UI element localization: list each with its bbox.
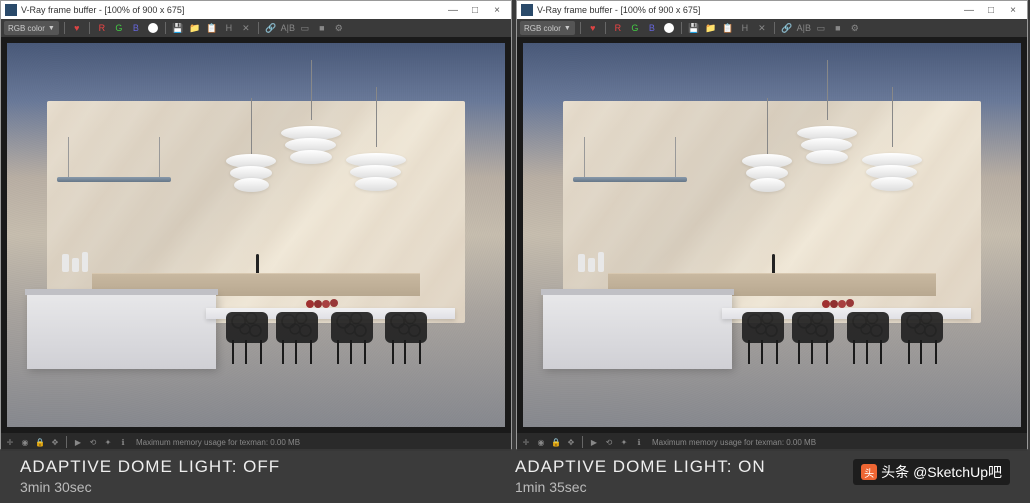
channel-dropdown[interactable]: RGB color ▼ xyxy=(4,21,59,35)
chevron-down-icon: ▼ xyxy=(564,25,571,32)
wipe-icon[interactable]: ✕ xyxy=(755,21,769,35)
open-icon[interactable]: 📁 xyxy=(188,21,202,35)
pan-icon[interactable]: ✥ xyxy=(49,436,61,448)
stop-icon[interactable]: ■ xyxy=(831,21,845,35)
render-image xyxy=(523,43,1021,427)
vfb-window-left: V-Ray frame buffer - [100% of 900 x 675]… xyxy=(0,0,512,450)
settings-icon[interactable]: ⚙ xyxy=(332,21,346,35)
settings-icon[interactable]: ⚙ xyxy=(848,21,862,35)
favorite-icon[interactable]: ♥ xyxy=(586,21,600,35)
chevron-down-icon: ▼ xyxy=(48,25,55,32)
maximize-button[interactable]: □ xyxy=(981,3,1001,17)
caption-time-left: 3min 30sec xyxy=(20,479,515,495)
link-icon[interactable]: 🔗 xyxy=(264,21,278,35)
channel-label: RGB color xyxy=(524,24,561,33)
save-icon[interactable]: 💾 xyxy=(171,21,185,35)
caption-left: ADAPTIVE DOME LIGHT: OFF 3min 30sec xyxy=(20,457,515,495)
clipboard-icon[interactable]: 📋 xyxy=(205,21,219,35)
app-icon xyxy=(5,4,17,16)
refresh-icon[interactable]: ⟲ xyxy=(603,436,615,448)
titlebar: V-Ray frame buffer - [100% of 900 x 675]… xyxy=(517,1,1027,19)
render-viewport[interactable] xyxy=(1,37,511,433)
info-icon[interactable]: ℹ xyxy=(117,436,129,448)
window-title: V-Ray frame buffer - [100% of 900 x 675] xyxy=(537,5,959,15)
watermark: 头 头条 @SketchUp吧 xyxy=(853,459,1010,485)
memory-text: Maximum memory usage for texman: 0.00 MB xyxy=(136,438,300,447)
link-icon[interactable]: 🔗 xyxy=(780,21,794,35)
info-icon[interactable]: ℹ xyxy=(633,436,645,448)
region-icon[interactable]: ▭ xyxy=(814,21,828,35)
cursor-icon[interactable]: ✛ xyxy=(4,436,16,448)
pan-icon[interactable]: ✥ xyxy=(565,436,577,448)
close-button[interactable]: × xyxy=(487,3,507,17)
stop-icon[interactable]: ■ xyxy=(315,21,329,35)
history-icon[interactable]: H xyxy=(222,21,236,35)
play-icon[interactable]: ▶ xyxy=(72,436,84,448)
red-channel-button[interactable]: R xyxy=(95,21,109,35)
region-icon[interactable]: ▭ xyxy=(298,21,312,35)
titlebar: V-Ray frame buffer - [100% of 900 x 675]… xyxy=(1,1,511,19)
compare-icon[interactable]: A|B xyxy=(797,21,811,35)
blue-channel-button[interactable]: B xyxy=(645,21,659,35)
window-title: V-Ray frame buffer - [100% of 900 x 675] xyxy=(21,5,443,15)
maximize-button[interactable]: □ xyxy=(465,3,485,17)
color-picker-icon[interactable]: ◉ xyxy=(19,436,31,448)
watermark-handle: @SketchUp吧 xyxy=(913,462,1002,482)
close-button[interactable]: × xyxy=(1003,3,1023,17)
lock-icon[interactable]: 🔒 xyxy=(550,436,562,448)
memory-text: Maximum memory usage for texman: 0.00 MB xyxy=(652,438,816,447)
caption-title-left: ADAPTIVE DOME LIGHT: OFF xyxy=(20,457,515,477)
open-icon[interactable]: 📁 xyxy=(704,21,718,35)
minimize-button[interactable]: — xyxy=(959,3,979,17)
wipe-icon[interactable]: ✕ xyxy=(239,21,253,35)
favorite-icon[interactable]: ♥ xyxy=(70,21,84,35)
color-picker-icon[interactable]: ◉ xyxy=(535,436,547,448)
blue-channel-button[interactable]: B xyxy=(129,21,143,35)
channel-label: RGB color xyxy=(8,24,45,33)
render-image xyxy=(7,43,505,427)
mono-button[interactable] xyxy=(662,21,676,35)
minimize-button[interactable]: — xyxy=(443,3,463,17)
stamp-icon[interactable]: ✦ xyxy=(618,436,630,448)
cursor-icon[interactable]: ✛ xyxy=(520,436,532,448)
green-channel-button[interactable]: G xyxy=(112,21,126,35)
vfb-window-right: V-Ray frame buffer - [100% of 900 x 675]… xyxy=(516,0,1028,450)
green-channel-button[interactable]: G xyxy=(628,21,642,35)
channel-dropdown[interactable]: RGB color ▼ xyxy=(520,21,575,35)
save-icon[interactable]: 💾 xyxy=(687,21,701,35)
app-icon xyxy=(521,4,533,16)
mono-button[interactable] xyxy=(146,21,160,35)
play-icon[interactable]: ▶ xyxy=(588,436,600,448)
compare-icon[interactable]: A|B xyxy=(281,21,295,35)
toolbar: RGB color ▼ ♥ R G B 💾 📁 📋 H ✕ 🔗 A|B ▭ ■ … xyxy=(517,19,1027,37)
stamp-icon[interactable]: ✦ xyxy=(102,436,114,448)
watermark-icon: 头 xyxy=(861,464,877,480)
history-icon[interactable]: H xyxy=(738,21,752,35)
refresh-icon[interactable]: ⟲ xyxy=(87,436,99,448)
lock-icon[interactable]: 🔒 xyxy=(34,436,46,448)
toolbar: RGB color ▼ ♥ R G B 💾 📁 📋 H ✕ 🔗 A|B ▭ ■ … xyxy=(1,19,511,37)
red-channel-button[interactable]: R xyxy=(611,21,625,35)
clipboard-icon[interactable]: 📋 xyxy=(721,21,735,35)
watermark-prefix: 头条 xyxy=(881,462,909,482)
render-viewport[interactable] xyxy=(517,37,1027,433)
